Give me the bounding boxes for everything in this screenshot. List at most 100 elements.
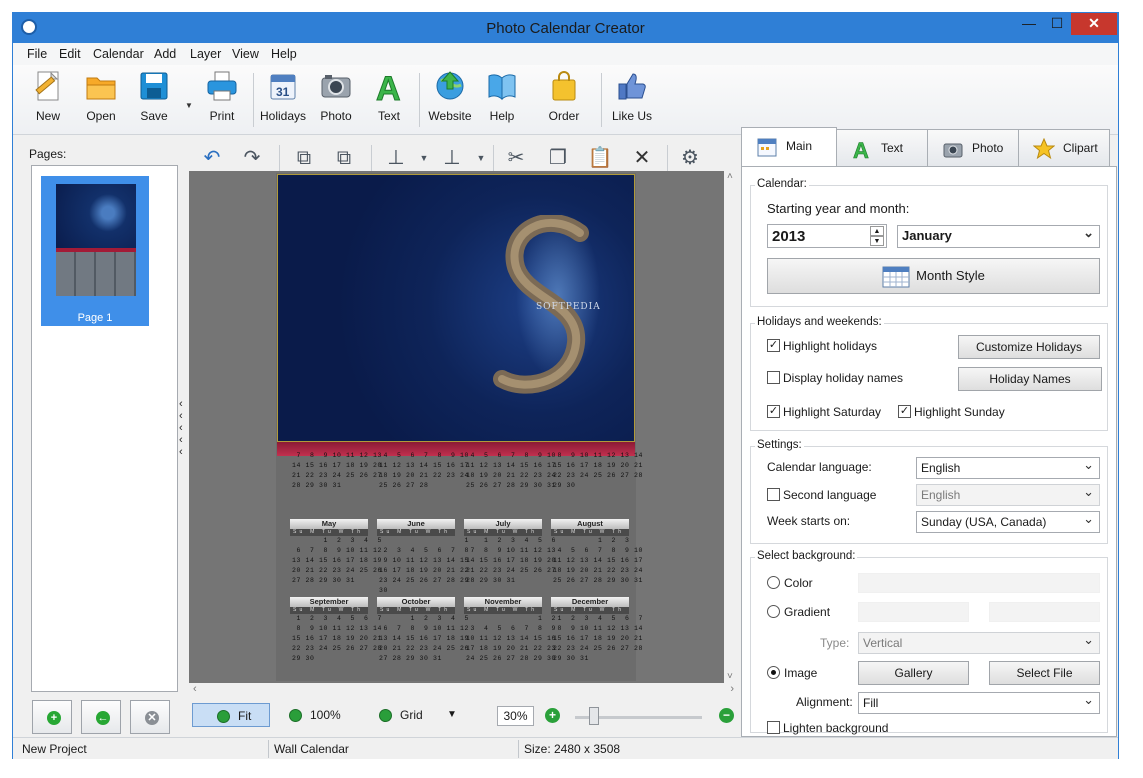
month-name: November — [464, 597, 542, 607]
redo-icon[interactable]: ↷ — [239, 145, 265, 171]
order-button[interactable]: Order — [538, 69, 590, 123]
year-spinner[interactable]: 2013 ▲ ▼ — [767, 224, 887, 248]
menu-view[interactable]: View — [232, 47, 259, 61]
grid-dropdown-arrow[interactable]: ▼ — [447, 703, 457, 727]
delete-icon[interactable]: ✕ — [629, 145, 655, 171]
bring-forward-icon[interactable]: ⧉ — [291, 145, 317, 171]
tab-photo[interactable]: Photo — [927, 129, 1019, 167]
save-dropdown-arrow[interactable]: ▼ — [185, 101, 193, 110]
color-picker-field[interactable] — [858, 573, 1100, 593]
horizontal-scrollbar[interactable]: ‹ › — [189, 683, 734, 697]
insert-page-button[interactable]: ← — [81, 700, 121, 734]
close-button[interactable]: ✕ — [1071, 13, 1117, 35]
scroll-left-icon[interactable]: ‹ — [193, 683, 197, 695]
delete-page-button[interactable]: ✕ — [130, 700, 170, 734]
properties-gear-icon[interactable]: ⚙ — [677, 145, 703, 171]
like-us-button[interactable]: Like Us — [606, 69, 658, 123]
lighten-background-label: Lighten background — [783, 721, 889, 735]
holidays-button[interactable]: 31 Holidays — [257, 69, 309, 123]
week-row: 27 28 29 30 31 — [379, 655, 443, 662]
new-button[interactable]: New — [22, 69, 74, 123]
month-name: June — [377, 519, 455, 529]
calendar-page[interactable]: SOFTPEDIA 7 8 9 10 11 12 13 14 15 16 17 1… — [276, 173, 642, 681]
week-row: 4 5 6 7 8 9 10 — [379, 452, 470, 459]
display-holiday-names-checkbox[interactable] — [767, 371, 780, 384]
distribute-dropdown-arrow[interactable]: ▼ — [468, 145, 494, 171]
distribute-icon[interactable]: ⊥ — [439, 145, 465, 171]
menu-calendar[interactable]: Calendar — [93, 47, 144, 61]
highlight-saturday-checkbox[interactable]: ✓ — [767, 405, 780, 418]
background-gradient-radio[interactable] — [767, 605, 780, 618]
background-image-radio[interactable] — [767, 666, 780, 679]
alignment-select[interactable]: Fill — [858, 690, 1100, 714]
tab-text[interactable]: A Text — [836, 129, 928, 167]
text-button[interactable]: A Text — [363, 69, 415, 124]
month-select[interactable]: January — [897, 223, 1100, 248]
send-backward-icon[interactable]: ⧉ — [331, 145, 357, 171]
zoom-value-input[interactable]: 30% — [497, 706, 534, 726]
panel-collapse-grip[interactable]: ‹ ‹ ‹ ‹ ‹ — [179, 398, 187, 458]
gallery-button[interactable]: Gallery — [858, 661, 969, 685]
week-starts-select[interactable]: Sunday (USA, Canada) — [916, 509, 1100, 533]
year-down-icon[interactable]: ▼ — [870, 236, 884, 246]
print-button[interactable]: Print — [196, 69, 248, 123]
minimize-button[interactable]: — — [1015, 13, 1043, 35]
highlight-sunday-checkbox[interactable]: ✓ — [898, 405, 911, 418]
select-file-button[interactable]: Select File — [989, 661, 1100, 685]
gradient-type-select[interactable]: Vertical — [858, 630, 1100, 654]
help-button[interactable]: Help — [476, 69, 528, 123]
align-icon[interactable]: ⊥ — [383, 145, 409, 171]
pages-list[interactable]: Page 1 — [31, 165, 178, 692]
menu-add[interactable]: Add — [154, 47, 176, 61]
align-dropdown-arrow[interactable]: ▼ — [411, 145, 437, 171]
month-style-button[interactable]: Month Style — [767, 258, 1100, 294]
background-gradient-label: Gradient — [784, 605, 831, 619]
gradient-color-2-field[interactable] — [989, 602, 1100, 622]
month-block: JuneSu M Tu W Th Fr Sa 1 2 3 4 5 6 7 8 9… — [377, 519, 468, 594]
calendar-photo[interactable]: SOFTPEDIA — [277, 174, 635, 442]
week-row: 24 25 26 27 28 29 30 — [466, 655, 557, 662]
lighten-background-checkbox[interactable] — [767, 721, 780, 734]
like-us-label: Like Us — [611, 109, 652, 123]
maximize-button[interactable]: ☐ — [1043, 13, 1071, 35]
cut-icon[interactable]: ✂ — [503, 145, 529, 171]
menu-file[interactable]: File — [27, 47, 47, 61]
scroll-up-icon[interactable]: ˄ — [727, 171, 733, 182]
window-title: Photo Calendar Creator — [486, 20, 645, 37]
website-button[interactable]: Website — [424, 69, 476, 123]
tab-main[interactable]: Main — [741, 127, 837, 167]
customize-holidays-button[interactable]: Customize Holidays — [958, 335, 1100, 359]
fit-button[interactable]: Fit — [192, 703, 270, 727]
background-color-radio[interactable] — [767, 576, 780, 589]
zoom-in-icon[interactable]: + — [545, 708, 560, 723]
zoom-out-icon[interactable]: − — [719, 708, 734, 723]
tab-clipart[interactable]: Clipart — [1018, 129, 1110, 167]
paste-icon[interactable]: 📋 — [587, 145, 613, 171]
copy-icon[interactable]: ❐ — [545, 145, 571, 171]
photo-button[interactable]: Photo — [310, 69, 362, 123]
menu-help[interactable]: Help — [271, 47, 297, 61]
gradient-color-1-field[interactable] — [858, 602, 969, 622]
design-canvas[interactable]: SOFTPEDIA 7 8 9 10 11 12 13 14 15 16 17 1… — [189, 171, 724, 683]
zoom-slider-thumb[interactable] — [589, 707, 599, 725]
week-row: 6 7 8 9 10 11 12 — [379, 625, 470, 632]
add-page-button[interactable]: + — [32, 700, 72, 734]
scroll-right-icon[interactable]: › — [730, 683, 734, 695]
scroll-down-icon[interactable]: ˅ — [727, 671, 733, 682]
grid-button[interactable]: Grid — [379, 703, 423, 727]
save-button[interactable]: Save — [128, 69, 180, 123]
page-thumbnail[interactable]: Page 1 — [41, 176, 149, 326]
open-button[interactable]: Open — [75, 69, 127, 123]
second-language-select[interactable]: English — [916, 482, 1100, 506]
holiday-names-button[interactable]: Holiday Names — [958, 367, 1102, 391]
main-toolbar: New Open Save ▼ Print 31 Holidays Photo … — [13, 65, 1118, 135]
menu-layer[interactable]: Layer — [190, 47, 221, 61]
zoom-100-button[interactable]: 100% — [289, 703, 341, 727]
menu-edit[interactable]: Edit — [59, 47, 81, 61]
second-language-checkbox[interactable] — [767, 488, 780, 501]
calendar-language-select[interactable]: English — [916, 455, 1100, 479]
year-up-icon[interactable]: ▲ — [870, 226, 884, 236]
undo-icon[interactable]: ↶ — [199, 145, 225, 171]
star-icon — [1033, 137, 1055, 160]
highlight-holidays-checkbox[interactable]: ✓ — [767, 339, 780, 352]
